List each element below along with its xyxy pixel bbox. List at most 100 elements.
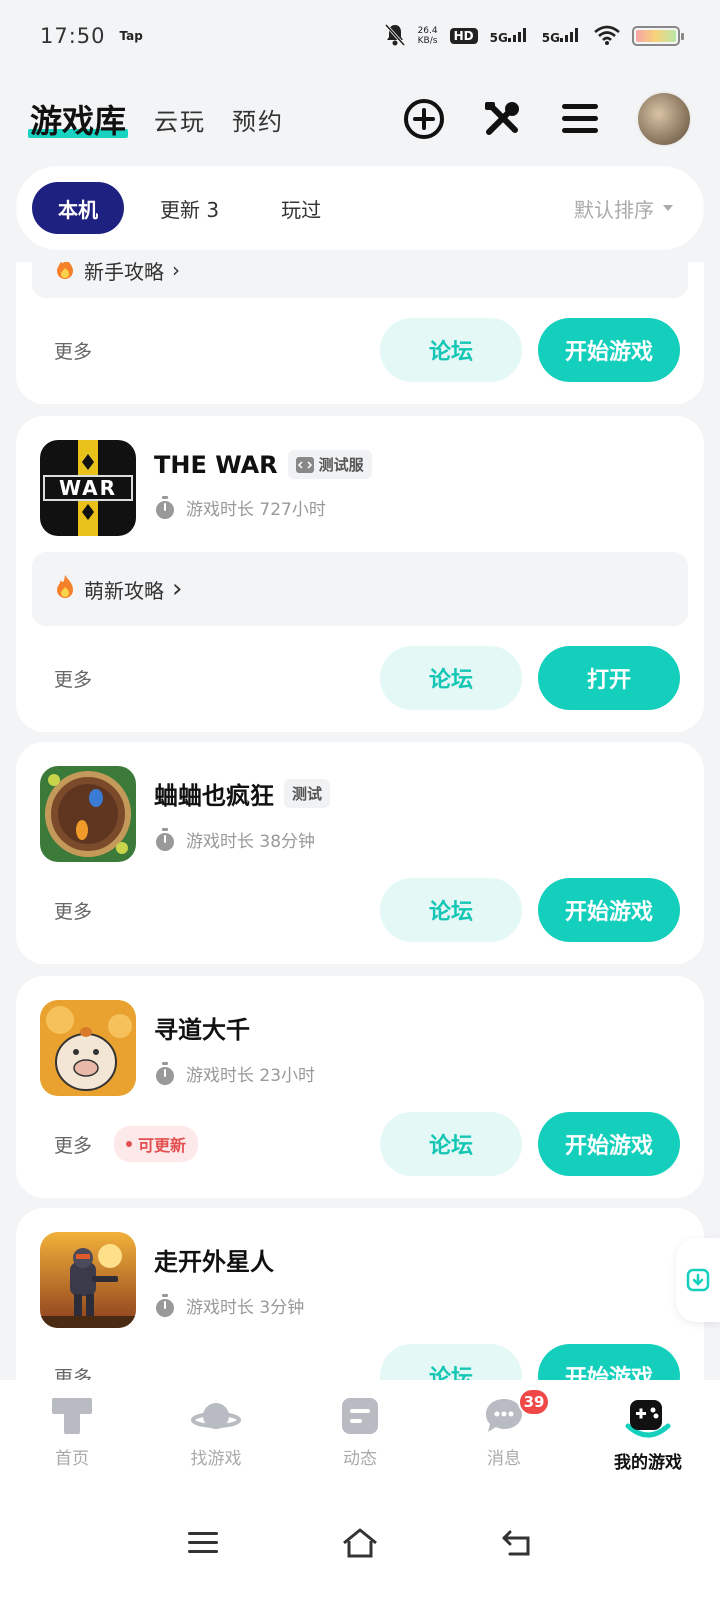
signal-5g-2-icon: 5G xyxy=(542,27,582,45)
game-icon-cricket[interactable] xyxy=(40,766,136,862)
forum-button[interactable]: 论坛 xyxy=(380,878,522,942)
tab-home[interactable]: 首页 xyxy=(0,1380,144,1490)
forum-button[interactable]: 论坛 xyxy=(380,1112,522,1176)
card-buttons: 论坛 开始游戏 xyxy=(380,1112,680,1176)
game-info: 蛐蛐也疯狂 测试 游戏时长 38分钟 xyxy=(154,766,331,862)
tab-discover-label: 找游戏 xyxy=(190,1449,242,1469)
start-game-button[interactable]: 开始游戏 xyxy=(538,1112,680,1176)
net-speed-unit: KB/s xyxy=(417,36,438,46)
guide-link-partial[interactable]: 新手攻略 › xyxy=(32,262,688,298)
tab-messages[interactable]: 39 消息 xyxy=(432,1380,576,1490)
more-button[interactable]: 更多 xyxy=(54,665,92,692)
tab-home-label: 首页 xyxy=(55,1449,89,1469)
status-bar: 17:50 Tap 26.4 KB/s HD 5G 5G xyxy=(0,0,720,72)
more-button[interactable]: 更多 xyxy=(54,897,92,924)
avatar[interactable] xyxy=(636,91,692,147)
system-nav-bar xyxy=(0,1490,720,1600)
caret-down-icon xyxy=(663,205,673,211)
stopwatch-icon xyxy=(156,827,174,851)
app-screen: 17:50 Tap 26.4 KB/s HD 5G 5G 游戏库 云玩 预约 本… xyxy=(0,0,720,1600)
game-title[interactable]: THE WAR xyxy=(154,451,278,479)
game-header: 走开外星人 游戏时长 3分钟 xyxy=(40,1232,304,1328)
download-icon xyxy=(686,1268,710,1292)
sort-label: 默认排序 xyxy=(574,197,654,222)
play-time: 游戏时长 38分钟 xyxy=(154,827,330,852)
game-title-line: THE WAR 测试服 xyxy=(154,450,372,479)
guide-link[interactable]: 萌新攻略 › xyxy=(32,552,688,626)
card-buttons: 论坛 开始游戏 xyxy=(380,878,680,942)
game-card-alien: 走开外星人 游戏时长 3分钟 更多 论坛 开始游戏 xyxy=(16,1208,704,1408)
filter-tab-played[interactable]: 玩过 xyxy=(255,182,347,234)
status-time: 17:50 xyxy=(40,24,106,48)
add-icon[interactable] xyxy=(402,97,446,141)
game-icon-the-war[interactable]: WAR xyxy=(40,440,136,536)
game-icon-xundao[interactable] xyxy=(40,1000,136,1096)
test-server-badge: 测试服 xyxy=(287,450,372,479)
back-icon[interactable] xyxy=(500,1528,534,1562)
more-button[interactable]: 更多 xyxy=(54,337,92,364)
game-title[interactable]: 走开外星人 xyxy=(154,1242,274,1277)
wifi-icon xyxy=(594,25,620,48)
recent-apps-icon[interactable] xyxy=(186,1529,220,1561)
game-header: 蛐蛐也疯狂 测试 游戏时长 38分钟 xyxy=(40,766,331,862)
start-game-button[interactable]: 开始游戏 xyxy=(538,878,680,942)
status-icons: 26.4 KB/s HD 5G 5G xyxy=(384,23,684,50)
game-list[interactable]: 新手攻略 › 更多 论坛 开始游戏 WAR THE WAR 测试服 游戏时长 7… xyxy=(0,262,720,1408)
tools-icon[interactable] xyxy=(480,97,524,141)
play-time-text: 游戏时长 38分钟 xyxy=(186,832,316,852)
card-actions: 更多 论坛 开始游戏 xyxy=(16,878,704,942)
play-time-text: 游戏时长 23小时 xyxy=(186,1066,316,1086)
signal-5g-1-icon: 5G xyxy=(489,27,530,45)
brand-wrap: 游戏库 xyxy=(28,96,128,142)
update-dot xyxy=(126,1141,133,1147)
filter-bar: 本机 更新 3 玩过 默认排序 xyxy=(16,166,704,250)
top-header: 游戏库 云玩 预约 xyxy=(0,84,720,154)
card-actions: 更多 可更新 论坛 开始游戏 xyxy=(16,1112,704,1176)
guide-label: 萌新攻略 xyxy=(84,578,164,603)
game-header: 寻道大千 游戏时长 23小时 xyxy=(40,1000,315,1096)
battery-icon xyxy=(632,26,684,46)
tab-discover[interactable]: 找游戏 xyxy=(144,1380,288,1490)
tab-feed-label: 动态 xyxy=(343,1449,377,1469)
net-speed-value: 26.4 xyxy=(417,26,438,36)
net1-label: 5G xyxy=(489,30,508,45)
forum-button[interactable]: 论坛 xyxy=(380,646,522,710)
page-title[interactable]: 游戏库 xyxy=(28,102,128,140)
tab-feed[interactable]: 动态 xyxy=(288,1380,432,1490)
game-info: 走开外星人 游戏时长 3分钟 xyxy=(154,1232,304,1328)
guide-label: 新手攻略 xyxy=(84,262,164,284)
more-button[interactable]: 更多 xyxy=(54,1131,92,1158)
play-time: 游戏时长 23小时 xyxy=(154,1061,315,1086)
filter-tab-updates[interactable]: 更新 3 xyxy=(134,182,245,234)
svg-text:WAR: WAR xyxy=(59,476,117,500)
game-card-cricket: 蛐蛐也疯狂 测试 游戏时长 38分钟 更多 论坛 开始游戏 xyxy=(16,742,704,964)
game-info: THE WAR 测试服 游戏时长 727小时 xyxy=(154,440,372,536)
header-actions xyxy=(402,91,692,147)
start-game-button[interactable]: 开始游戏 xyxy=(538,318,680,382)
game-title-line: 走开外星人 xyxy=(154,1242,304,1277)
tab-my-games[interactable]: 我的游戏 xyxy=(576,1380,720,1490)
game-card-partial: 新手攻略 › 更多 论坛 开始游戏 xyxy=(16,262,704,404)
filter-tab-installed[interactable]: 本机 xyxy=(32,182,124,234)
home-icon[interactable] xyxy=(340,1527,380,1563)
tab-messages-label: 消息 xyxy=(487,1449,521,1469)
forum-button[interactable]: 论坛 xyxy=(380,318,522,382)
game-title-line: 蛐蛐也疯狂 测试 xyxy=(154,776,331,811)
game-title[interactable]: 蛐蛐也疯狂 xyxy=(154,776,274,811)
update-available-badge[interactable]: 可更新 xyxy=(114,1126,199,1162)
open-button[interactable]: 打开 xyxy=(538,646,680,710)
gamepad-icon xyxy=(625,1400,671,1438)
test-server-label: 测试服 xyxy=(318,456,364,474)
game-title[interactable]: 寻道大千 xyxy=(154,1010,250,1045)
sort-dropdown[interactable]: 默认排序 xyxy=(574,194,688,223)
menu-icon[interactable] xyxy=(558,97,602,141)
play-time: 游戏时长 3分钟 xyxy=(154,1293,304,1318)
net-speed: 26.4 KB/s xyxy=(418,26,438,46)
code-icon xyxy=(295,456,314,473)
tab-reservation[interactable]: 预约 xyxy=(232,102,284,137)
tab-cloud-play[interactable]: 云玩 xyxy=(154,102,206,137)
game-icon-alien[interactable] xyxy=(40,1232,136,1328)
bottom-tab-bar: 首页 找游戏 动态 39 消息 我的游戏 xyxy=(0,1380,720,1490)
home-t-icon xyxy=(52,1398,92,1434)
floating-download-button[interactable] xyxy=(676,1238,720,1322)
